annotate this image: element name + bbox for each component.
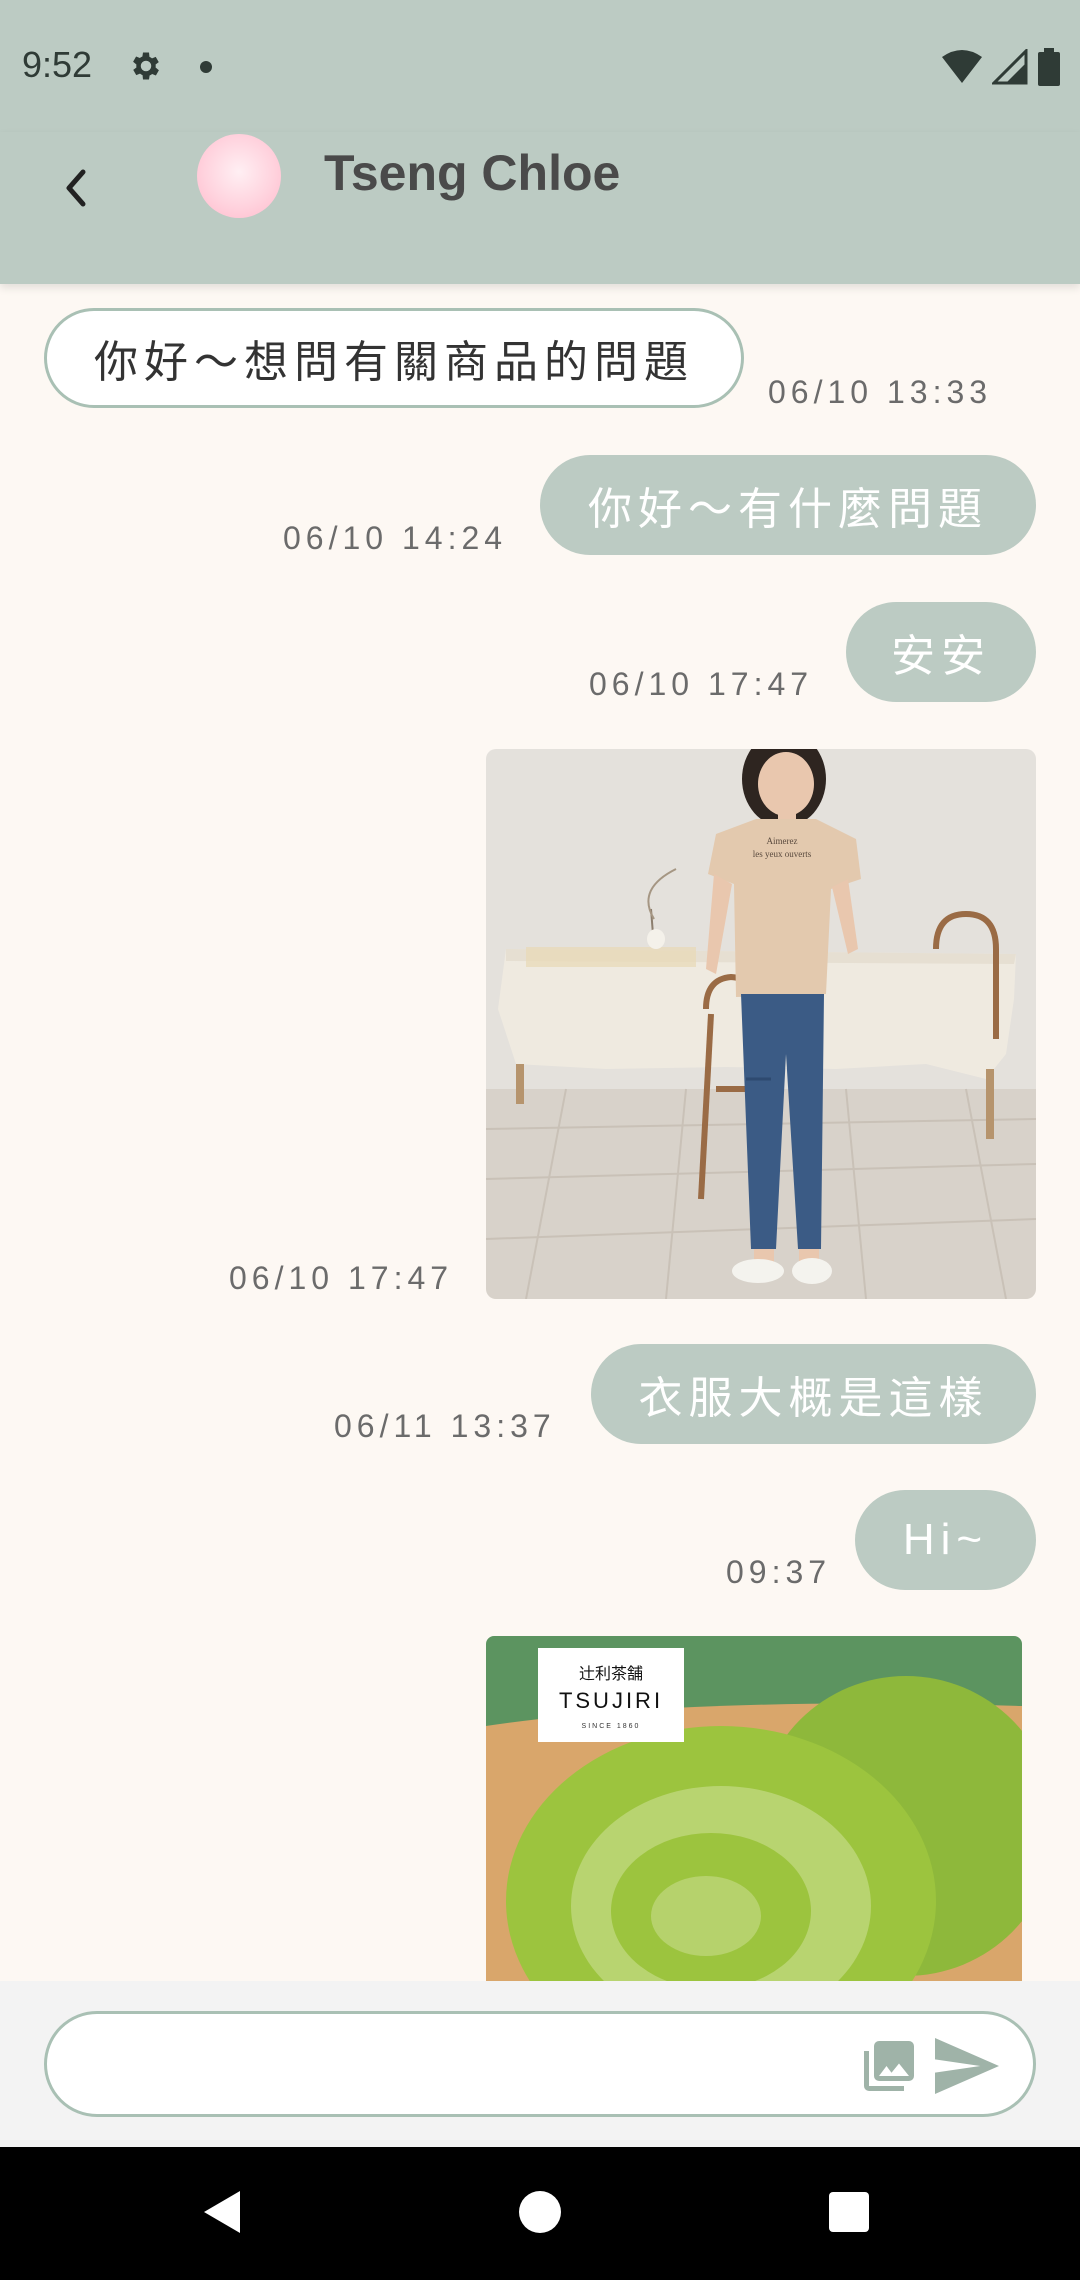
incoming-message-bubble[interactable]: 你好～想問有關商品的問題 [44,308,744,408]
chat-header: Tseng Chloe [0,132,1080,284]
status-right-icons [942,48,1060,86]
message-text: 安安 [891,632,991,681]
message-text: Hi~ [902,1515,989,1564]
status-time: 9:52 [22,44,93,85]
message-text: 你好～有什麼問題 [588,485,988,534]
message-timestamp: 06/10 13:33 [768,374,993,410]
outgoing-message-bubble[interactable]: Hi~ [855,1490,1036,1590]
message-text: 衣服大概是這樣 [638,1374,989,1423]
logo-since: SINCE 1860 [582,1723,641,1730]
nav-home-icon[interactable] [519,2191,561,2233]
wifi-icon [942,50,982,83]
status-bar: 9:52 [0,0,1080,132]
logo-text: TSUJIRI [559,1688,663,1713]
outgoing-message-bubble[interactable]: 安安 [846,602,1036,702]
message-input-container[interactable] [44,2011,1036,2117]
nav-back-icon[interactable] [200,2189,244,2235]
chevron-left-icon [66,169,86,207]
message-text: 你好～想問有關商品的問題 [94,338,694,387]
message-timestamp: 09:37 [726,1554,832,1590]
image-message-clothing-photo[interactable]: Aimerez les yeux ouverts [486,749,1036,1299]
logo-text-jp: 辻利茶舗 [579,1664,643,1683]
svg-text:les yeux ouverts: les yeux ouverts [753,849,812,859]
image-gallery-icon[interactable] [859,2036,919,2096]
message-timestamp: 06/10 17:47 [229,1260,454,1296]
image-message-cake-photo[interactable]: 辻利茶舗 TSUJIRI SINCE 1860 [486,1636,1022,1981]
message-list[interactable]: 你好～想問有關商品的問題 06/10 13:33 06/10 14:24 你好～… [0,284,1080,1981]
outgoing-message-bubble[interactable]: 衣服大概是這樣 [591,1344,1036,1444]
signal-icon [992,49,1028,85]
system-nav-bar [0,2147,1080,2280]
dot-icon [200,61,212,73]
send-icon[interactable] [935,2038,999,2094]
message-input[interactable] [87,2034,871,2096]
back-button[interactable] [44,156,108,220]
clothing-photo: Aimerez les yeux ouverts [486,749,1036,1299]
outgoing-message-bubble[interactable]: 你好～有什麼問題 [540,455,1036,555]
message-timestamp: 06/11 13:37 [334,1408,556,1444]
tsujiri-logo: 辻利茶舗 TSUJIRI SINCE 1860 [538,1648,684,1742]
battery-icon [1038,48,1060,86]
cake-photo: 辻利茶舗 TSUJIRI SINCE 1860 [486,1636,1022,1981]
message-timestamp: 06/10 14:24 [283,520,508,556]
nav-recents-icon[interactable] [829,2192,869,2232]
contact-name: Tseng Chloe [324,145,621,201]
message-timestamp: 06/10 17:47 [589,666,814,702]
svg-text:Aimerez: Aimerez [767,836,798,846]
gear-icon [133,52,159,80]
avatar[interactable] [197,134,281,218]
message-composer [0,1981,1080,2147]
